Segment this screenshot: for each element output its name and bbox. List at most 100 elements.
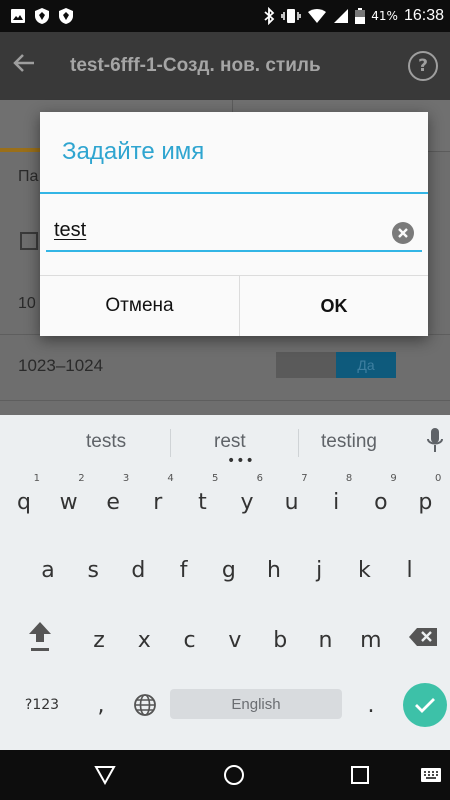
language-key[interactable] (126, 685, 164, 725)
shift-icon (29, 622, 51, 651)
key-hint: 9 (390, 473, 397, 484)
battery-percent: 41% (371, 9, 398, 23)
key-b[interactable]: b (258, 613, 302, 667)
key-hint: 0 (435, 473, 442, 484)
clock: 16:38 (403, 7, 444, 24)
battery-icon (355, 8, 366, 24)
key-x[interactable]: x (122, 613, 166, 667)
keyboard: tests rest ••• testing 1q2w3e4r5t6y7u8i9… (0, 415, 450, 750)
key-hint: 3 (122, 473, 130, 484)
row-divider (0, 400, 450, 401)
suggestion-item[interactable]: testing (321, 431, 377, 453)
period-key[interactable]: . (356, 685, 386, 725)
backspace-icon (409, 628, 437, 646)
image-icon (11, 9, 25, 23)
symbols-key[interactable]: ?123 (18, 685, 66, 725)
key-hint: 2 (78, 473, 85, 484)
key-label: u (284, 489, 299, 515)
shift-key[interactable] (20, 613, 60, 661)
key-j[interactable]: j (297, 543, 341, 597)
key-s[interactable]: s (71, 543, 115, 597)
key-hint: 7 (301, 473, 308, 484)
key-label: r (153, 489, 163, 515)
key-hint: 6 (256, 473, 263, 484)
shield-icon (59, 8, 73, 24)
name-dialog: Задайте имя Отмена OK (40, 112, 428, 336)
dialog-title-divider (40, 192, 428, 194)
clear-input-button[interactable] (392, 222, 414, 244)
space-key[interactable]: English (170, 689, 342, 719)
back-arrow-icon (13, 54, 34, 72)
key-p[interactable]: 0p (403, 473, 447, 531)
signal-icon (334, 9, 349, 23)
key-u[interactable]: 7u (270, 473, 314, 531)
suggestion-separator (298, 429, 299, 457)
comma-key[interactable]: , (86, 685, 116, 725)
wifi-icon (308, 9, 327, 23)
key-label: t (198, 489, 207, 515)
nav-home-icon[interactable] (223, 764, 245, 786)
name-input[interactable] (54, 210, 390, 250)
key-e[interactable]: 3e (91, 473, 135, 531)
toggle-switch: Да (336, 352, 396, 378)
key-m[interactable]: m (349, 613, 393, 667)
input-underline (46, 250, 422, 252)
key-o[interactable]: 9o (359, 473, 403, 531)
key-hint: 1 (33, 473, 40, 484)
key-w[interactable]: 2w (47, 473, 91, 531)
key-d[interactable]: d (116, 543, 160, 597)
key-i[interactable]: 8i (314, 473, 358, 531)
key-label: i (333, 489, 340, 515)
key-l[interactable]: l (388, 543, 432, 597)
key-v[interactable]: v (213, 613, 257, 667)
shield-icon (35, 8, 49, 24)
key-label: w (59, 489, 78, 515)
key-g[interactable]: g (207, 543, 251, 597)
nav-recents-icon[interactable] (350, 765, 370, 785)
navigation-bar (0, 750, 450, 800)
ok-button[interactable]: OK (240, 276, 428, 336)
vibrate-icon (281, 9, 302, 23)
key-k[interactable]: k (342, 543, 386, 597)
key-c[interactable]: c (168, 613, 212, 667)
range-label: 1023–1024 (18, 356, 104, 375)
globe-icon (134, 694, 156, 716)
key-y[interactable]: 6y (225, 473, 269, 531)
key-label: p (418, 489, 433, 515)
key-f[interactable]: f (162, 543, 206, 597)
key-q[interactable]: 1q (2, 473, 46, 531)
dialog-title: Задайте имя (62, 138, 205, 165)
suggestion-item[interactable]: rest (214, 431, 246, 453)
suggestion-item[interactable]: tests (86, 431, 126, 453)
key-a[interactable]: a (26, 543, 70, 597)
key-n[interactable]: n (304, 613, 348, 667)
key-z[interactable]: z (77, 613, 121, 667)
help-button[interactable]: ? (408, 51, 438, 81)
cancel-button[interactable]: Отмена (40, 276, 239, 336)
enter-key[interactable] (403, 683, 447, 727)
suggestion-separator (170, 429, 171, 457)
key-t[interactable]: 5t (180, 473, 224, 531)
status-right: 41% 16:38 (263, 7, 444, 25)
background-row-label: 10 (18, 295, 36, 312)
bluetooth-icon (264, 7, 275, 25)
key-r[interactable]: 4r (136, 473, 180, 531)
nav-back-icon[interactable] (94, 765, 116, 785)
key-hint: 4 (167, 473, 174, 484)
keyboard-icon[interactable] (420, 767, 442, 783)
clear-icon (398, 228, 408, 238)
mic-icon[interactable] (426, 427, 444, 455)
background-label: Па (18, 168, 39, 185)
help-icon: ? (418, 56, 428, 76)
key-label: y (240, 489, 254, 515)
key-h[interactable]: h (252, 543, 296, 597)
key-label: o (374, 489, 388, 515)
suggestion-bar: tests rest ••• testing (0, 415, 450, 469)
check-icon (415, 698, 435, 713)
backspace-key[interactable] (398, 613, 448, 661)
more-suggestions-dots: ••• (227, 453, 255, 469)
back-button[interactable] (12, 51, 52, 81)
app-bar: test-6fff-1-Созд. нов. стиль ? (0, 32, 450, 100)
key-label: q (17, 489, 31, 515)
key-hint: 8 (345, 473, 353, 484)
